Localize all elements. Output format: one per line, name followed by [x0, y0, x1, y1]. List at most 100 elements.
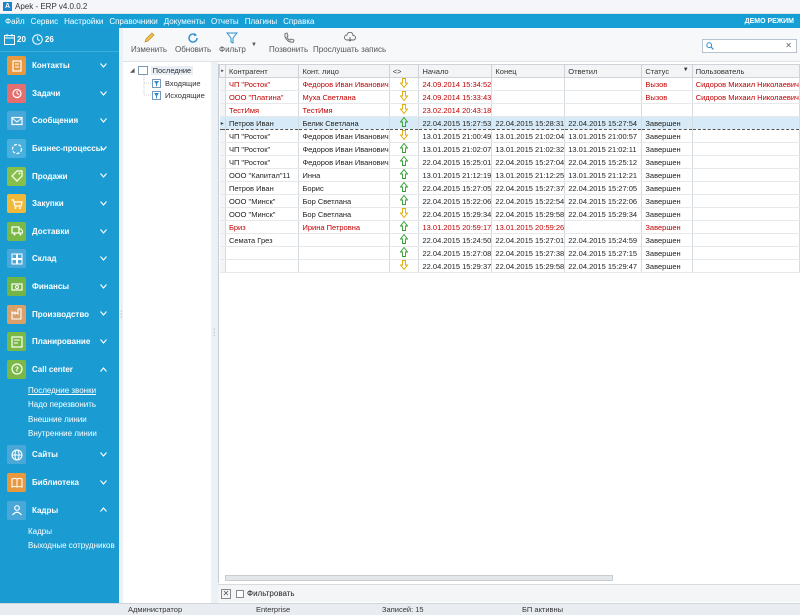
chevron-down-icon[interactable]: [100, 282, 107, 291]
menu-plugins[interactable]: Плагины: [245, 17, 277, 26]
horizontal-scrollbar[interactable]: [225, 575, 613, 581]
chevron-down-icon[interactable]: [100, 337, 107, 346]
clock-widget[interactable]: 26: [32, 34, 54, 45]
col-start[interactable]: Начало: [418, 64, 493, 78]
sidebar-subitem[interactable]: Выходные сотрудников: [0, 538, 119, 553]
chevron-down-icon[interactable]: [100, 116, 107, 125]
sidebar-subitem[interactable]: Надо перезвонить: [0, 398, 119, 413]
filter-button[interactable]: Фильтр: [219, 32, 246, 54]
chevron-down-icon[interactable]: [100, 309, 107, 318]
cell-contractor: ООО "Минск": [225, 207, 300, 221]
col-user[interactable]: Пользователь: [691, 64, 800, 78]
chevron-down-icon[interactable]: [100, 227, 107, 236]
sidebar-item-7[interactable]: Склад: [0, 245, 119, 273]
chevron-down-icon[interactable]: [100, 199, 107, 208]
table-row[interactable]: ЧП "Росток" Федоров Иван Иванович 13.01.20…: [219, 129, 800, 143]
filter-dropdown-icon[interactable]: ▼: [251, 42, 257, 48]
cell-start: 22.04.2015 15:29:37: [418, 259, 493, 273]
sidebar-item-8[interactable]: Финансы: [0, 273, 119, 301]
sidebar-date-widgets: 20 26: [0, 28, 119, 52]
tree-splitter[interactable]: · · ·: [211, 62, 218, 603]
cell-contact: Федоров Иван Иванович: [298, 155, 390, 169]
sidebar-splitter[interactable]: · · ·: [119, 28, 123, 603]
cell-contractor: ЧП "Росток": [225, 142, 300, 156]
cell-user: [692, 246, 800, 260]
col-contact[interactable]: Конт. лицо: [298, 64, 390, 78]
edit-button[interactable]: Изменить: [131, 32, 167, 54]
chevron-down-icon[interactable]: [100, 478, 107, 487]
sidebar-subitem[interactable]: Внутренние линии: [0, 427, 119, 442]
table-row[interactable]: 22.04.2015 15:29:37 22.04.2015 15:29:58 22…: [219, 259, 800, 273]
menu-reports[interactable]: Отчеты: [211, 17, 239, 26]
sidebar-item-14[interactable]: Кадры: [0, 496, 119, 524]
table-row[interactable]: ООО "Минск" Бор Светлана 22.04.2015 15:22:…: [219, 194, 800, 208]
sidebar-item-3[interactable]: Бизнес-процессы: [0, 135, 119, 163]
col-answered[interactable]: Ответил: [564, 64, 643, 78]
chevron-down-icon[interactable]: [100, 171, 107, 180]
table-row[interactable]: ЧП "Росток" Федоров Иван Иванович 24.09.20…: [219, 77, 800, 91]
tree-node-incoming[interactable]: Входящие: [152, 79, 201, 88]
money-icon: [7, 277, 26, 297]
chevron-up-icon[interactable]: [100, 505, 107, 514]
sidebar-subitem[interactable]: Последние звонки: [0, 383, 119, 398]
chevron-down-icon[interactable]: [100, 254, 107, 263]
sidebar-item-6[interactable]: Доставки: [0, 218, 119, 246]
col-direction[interactable]: <>: [388, 64, 420, 78]
menu-settings[interactable]: Настройки: [64, 17, 103, 26]
chevron-down-icon[interactable]: [100, 450, 107, 459]
chevron-down-icon[interactable]: [100, 89, 107, 98]
sidebar-item-10[interactable]: Планирование: [0, 328, 119, 356]
title-bar: A Apek - ERP v4.0.0.2: [0, 0, 800, 14]
menu-help[interactable]: Справка: [283, 17, 314, 26]
calendar-widget[interactable]: 20: [4, 34, 26, 45]
collapse-arrow-icon[interactable]: ◢: [130, 67, 135, 74]
table-row[interactable]: Бриз Ирина Петровна 13.01.2015 20:59:17 13.…: [219, 220, 800, 234]
chevron-down-icon[interactable]: [100, 61, 107, 70]
menu-file[interactable]: Файл: [5, 17, 25, 26]
table-row[interactable]: ▸ Петров Иван Белик Светлана 22.04.2015 15:…: [219, 116, 800, 130]
call-button[interactable]: Позвонить: [269, 32, 308, 54]
sidebar-item-12[interactable]: Сайты: [0, 441, 119, 469]
table-row[interactable]: ООО "Платина" Муха Светлана 24.09.2014 15:…: [219, 90, 800, 104]
menu-documents[interactable]: Документы: [164, 17, 205, 26]
sidebar-item-4[interactable]: Продажи: [0, 162, 119, 190]
col-end[interactable]: Конец: [491, 64, 566, 78]
sidebar-subitem[interactable]: Кадры: [0, 524, 119, 539]
filter-checkbox[interactable]: [236, 589, 244, 598]
search-box[interactable]: ✕: [702, 39, 797, 53]
col-status[interactable]: Статус ▼: [641, 64, 693, 78]
table-row[interactable]: ООО "Минск" Бор Светлана 22.04.2015 15:29:…: [219, 207, 800, 221]
sidebar-item-9[interactable]: Производство: [0, 300, 119, 328]
cell-user: [692, 194, 800, 208]
chevron-down-icon[interactable]: [100, 144, 107, 153]
sidebar-item-5[interactable]: Закупки: [0, 190, 119, 218]
sidebar-item-11[interactable]: ? Call center: [0, 356, 119, 384]
refresh-button[interactable]: Обновить: [175, 32, 211, 54]
table-row[interactable]: 22.04.2015 15:27:08 22.04.2015 15:27:38 22…: [219, 246, 800, 260]
clear-search-icon[interactable]: ✕: [785, 41, 792, 50]
menu-references[interactable]: Справочники: [109, 17, 157, 26]
listen-recording-button[interactable]: Прослушать запись: [313, 32, 386, 54]
sidebar-item-1[interactable]: Задачи: [0, 80, 119, 108]
cell-start: 22.04.2015 15:25:01: [418, 155, 493, 169]
search-input[interactable]: [716, 41, 781, 51]
chevron-up-icon[interactable]: [100, 365, 107, 374]
sidebar-subitem[interactable]: Внешние линии: [0, 412, 119, 427]
cell-contact: [298, 259, 390, 273]
table-row[interactable]: ЧП "Росток" Федоров Иван Иванович 22.04.20…: [219, 155, 800, 169]
table-row[interactable]: ТестИмя ТестИмя 23.02.2014 20:43:18: [219, 103, 800, 117]
cell-user: Сидоров Михаил Николаевич: [692, 77, 800, 91]
close-filter-icon[interactable]: ✕: [221, 588, 231, 599]
table-row[interactable]: Семата Грез 22.04.2015 15:24:50 22.04.2015…: [219, 233, 800, 247]
table-row[interactable]: Петров Иван Борис 22.04.2015 15:27:05 22.04…: [219, 181, 800, 195]
sidebar-item-2[interactable]: Сообщения: [0, 107, 119, 135]
sidebar-item-13[interactable]: Библиотека: [0, 469, 119, 497]
table-row[interactable]: ЧП "Росток" Федоров Иван Иванович 13.01.20…: [219, 142, 800, 156]
table-row[interactable]: ООО "Капитал"11 Инна 13.01.2015 21:12:19 13…: [219, 168, 800, 182]
tree-node-recent[interactable]: ◢ Последние: [130, 66, 194, 75]
sidebar-item-0[interactable]: Контакты: [0, 52, 119, 80]
cell-contact: Инна: [298, 168, 390, 182]
menu-service[interactable]: Сервис: [31, 17, 58, 26]
tree-node-outgoing[interactable]: Исходящие: [152, 91, 205, 100]
col-contractor[interactable]: Контрагент: [224, 64, 300, 78]
